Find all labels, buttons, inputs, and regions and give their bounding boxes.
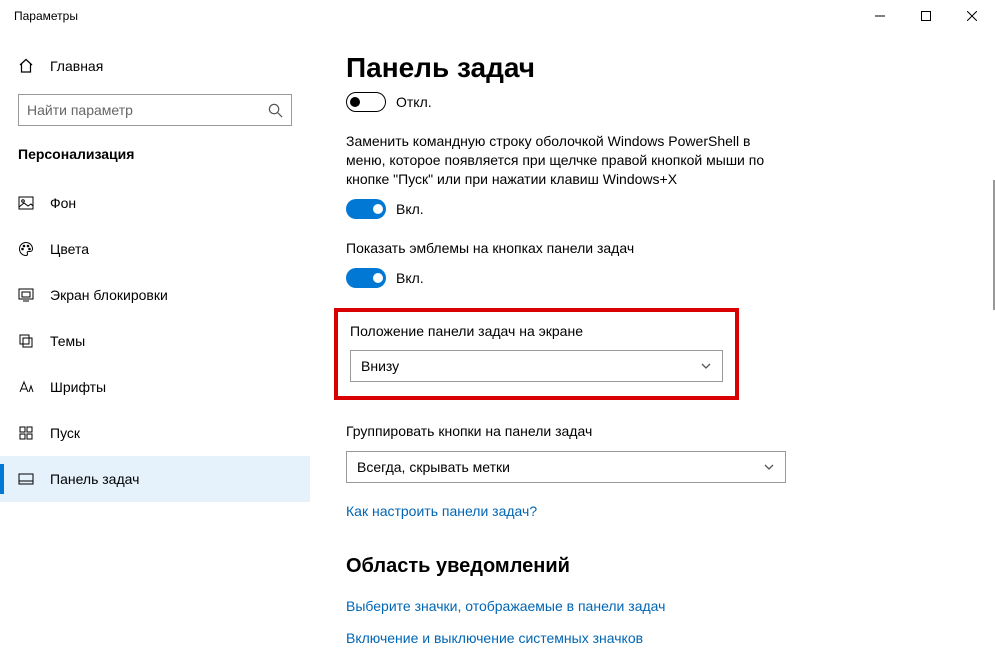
toggle-peek-state: Откл. <box>396 94 432 110</box>
sidebar-item-label: Пуск <box>50 425 80 441</box>
main-panel: Панель задач Свернуть все окна в конце п… <box>310 32 995 672</box>
palette-icon <box>18 241 34 257</box>
sidebar: Главная Персонализация Фон Цвета <box>0 32 310 672</box>
toggle-badges[interactable] <box>346 268 386 288</box>
dropdown-grouping-value: Всегда, скрывать метки <box>357 459 510 475</box>
themes-icon <box>18 333 34 349</box>
sidebar-item-colors[interactable]: Цвета <box>0 226 310 272</box>
sidebar-item-label: Темы <box>50 333 85 349</box>
sidebar-item-start[interactable]: Пуск <box>0 410 310 456</box>
window-controls <box>857 0 995 32</box>
setting-grouping: Группировать кнопки на панели задач Всег… <box>346 422 959 483</box>
sidebar-item-label: Цвета <box>50 241 89 257</box>
maximize-button[interactable] <box>903 0 949 32</box>
sidebar-item-label: Экран блокировки <box>50 287 168 303</box>
setting-badges-label: Показать эмблемы на кнопках панели задач <box>346 239 766 258</box>
sidebar-item-lockscreen[interactable]: Экран блокировки <box>0 272 310 318</box>
sidebar-item-label: Панель задач <box>50 471 139 487</box>
chevron-down-icon <box>700 360 712 372</box>
home-link[interactable]: Главная <box>0 50 310 82</box>
taskbar-icon <box>18 471 34 487</box>
window-title: Параметры <box>14 9 857 23</box>
link-configure-taskbar[interactable]: Как настроить панели задач? <box>346 503 537 519</box>
highlight-taskbar-position: Положение панели задач на экране Внизу <box>334 308 739 401</box>
chevron-down-icon <box>763 461 775 473</box>
toggle-badges-state: Вкл. <box>396 270 424 286</box>
titlebar: Параметры <box>0 0 995 32</box>
home-icon <box>18 58 34 74</box>
link-select-icons[interactable]: Выберите значки, отображаемые в панели з… <box>346 598 665 614</box>
setting-badges: Показать эмблемы на кнопках панели задач… <box>346 239 959 288</box>
home-label: Главная <box>50 58 103 74</box>
section-title: Персонализация <box>0 146 310 180</box>
setting-peek: Откл. <box>346 92 959 112</box>
setting-grouping-label: Группировать кнопки на панели задач <box>346 422 766 441</box>
sidebar-item-fonts[interactable]: Шрифты <box>0 364 310 410</box>
sidebar-item-taskbar[interactable]: Панель задач <box>0 456 310 502</box>
sidebar-item-background[interactable]: Фон <box>0 180 310 226</box>
scrollbar[interactable] <box>991 40 995 664</box>
close-button[interactable] <box>949 0 995 32</box>
sidebar-item-label: Фон <box>50 195 76 211</box>
toggle-powershell-state: Вкл. <box>396 201 424 217</box>
lockscreen-icon <box>18 287 34 303</box>
sidebar-item-themes[interactable]: Темы <box>0 318 310 364</box>
toggle-powershell[interactable] <box>346 199 386 219</box>
picture-icon <box>18 195 34 211</box>
setting-powershell-label: Заменить командную строку оболочкой Wind… <box>346 132 766 189</box>
subheading-notification-area: Область уведомлений <box>346 555 959 578</box>
page-title: Панель задач <box>346 52 959 84</box>
minimize-button[interactable] <box>857 0 903 32</box>
setting-powershell: Заменить командную строку оболочкой Wind… <box>346 132 959 219</box>
sidebar-item-label: Шрифты <box>50 379 106 395</box>
search-box[interactable] <box>18 94 292 126</box>
setting-position-label: Положение панели задач на экране <box>350 322 723 341</box>
search-input[interactable] <box>27 102 268 118</box>
link-system-icons[interactable]: Включение и выключение системных значков <box>346 630 643 646</box>
content-area: Главная Персонализация Фон Цвета <box>0 32 995 672</box>
toggle-peek[interactable] <box>346 92 386 112</box>
dropdown-position-value: Внизу <box>361 358 399 374</box>
start-icon <box>18 425 34 441</box>
fonts-icon <box>18 379 34 395</box>
dropdown-taskbar-position[interactable]: Внизу <box>350 350 723 382</box>
dropdown-grouping[interactable]: Всегда, скрывать метки <box>346 451 786 483</box>
search-icon <box>268 103 283 118</box>
